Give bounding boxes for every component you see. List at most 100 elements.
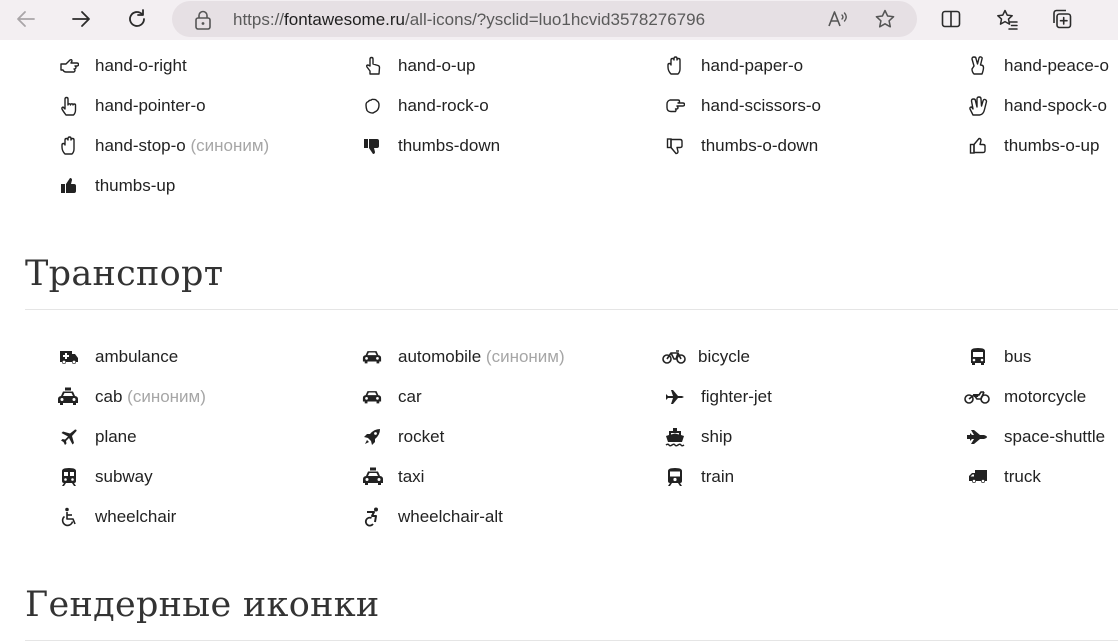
hand-o-right-icon — [59, 56, 79, 76]
favorites-button[interactable] — [991, 4, 1023, 34]
url-host: fontawesome.ru — [284, 10, 405, 29]
forward-button[interactable] — [65, 4, 97, 34]
icon-name: truck — [1004, 467, 1041, 486]
icon-alias: (синоним) — [485, 347, 565, 366]
icon-item-train[interactable]: train — [665, 465, 965, 489]
icon-item-ship[interactable]: ship — [665, 425, 965, 449]
icon-name: rocket — [398, 427, 445, 446]
back-button[interactable] — [10, 4, 42, 34]
favorite-star-icon[interactable] — [874, 8, 896, 30]
icon-item-automobile[interactable]: automobile (синоним) — [362, 345, 662, 369]
icon-name: train — [701, 467, 735, 486]
icon-item-hand-o-up[interactable]: hand-o-up — [362, 54, 662, 78]
url-text[interactable]: https://fontawesome.ru/all-icons/?ysclid… — [233, 10, 705, 30]
icon-item-subway[interactable]: subway — [59, 465, 359, 489]
hand-stop-o-icon — [59, 136, 79, 156]
icon-item-wheelchair[interactable]: wheelchair — [59, 505, 359, 529]
browser-toolbar: https://fontawesome.ru/all-icons/?ysclid… — [0, 0, 1118, 40]
icon-item-bicycle[interactable]: bicycle — [662, 345, 962, 369]
motorcycle-icon — [964, 387, 990, 407]
plane-icon — [59, 427, 79, 447]
icon-alias: (синоним) — [190, 136, 270, 155]
lock-icon[interactable] — [194, 10, 212, 30]
icon-name: hand-pointer-o — [95, 96, 206, 115]
hand-rock-o-icon — [362, 96, 382, 116]
icon-name: hand-o-up — [398, 56, 476, 75]
thumbs-down-icon — [362, 136, 382, 156]
icon-item-hand-pointer-o[interactable]: hand-pointer-o — [59, 94, 359, 118]
rocket-icon — [362, 427, 382, 447]
hand-pointer-o-icon — [59, 96, 79, 116]
bicycle-icon — [662, 347, 686, 367]
icon-name: motorcycle — [1004, 387, 1087, 406]
icon-name: thumbs-down — [398, 136, 501, 155]
icon-item-truck[interactable]: truck — [968, 465, 1118, 489]
icon-item-ambulance[interactable]: ambulance — [59, 345, 359, 369]
icon-alias: (синоним) — [127, 387, 206, 406]
icon-name: ambulance — [95, 347, 179, 366]
icon-item-cab[interactable]: cab (синоним) — [57, 385, 357, 409]
icon-item-hand-paper-o[interactable]: hand-paper-o — [665, 54, 965, 78]
refresh-icon — [129, 9, 145, 27]
section-title-gender: Гендерные иконки — [25, 585, 380, 625]
icon-item-hand-stop-o[interactable]: hand-stop-o (синоним) — [59, 134, 359, 158]
bus-icon — [968, 347, 988, 367]
subway-icon — [59, 467, 79, 487]
wheelchair-alt-icon — [362, 507, 382, 527]
truck-icon — [968, 467, 988, 487]
icon-item-space-shuttle[interactable]: space-shuttle — [966, 425, 1118, 449]
icon-item-car[interactable]: car — [362, 385, 662, 409]
icon-name: car — [398, 387, 422, 406]
split-screen-button[interactable] — [935, 4, 967, 34]
icon-item-thumbs-up[interactable]: thumbs-up — [59, 174, 359, 198]
icon-item-hand-scissors-o[interactable]: hand-scissors-o — [665, 94, 965, 118]
icon-name: fighter-jet — [701, 387, 772, 406]
icon-name: plane — [95, 427, 137, 446]
read-aloud-icon[interactable] — [827, 9, 849, 29]
hand-o-up-icon — [362, 56, 382, 76]
icon-item-hand-o-right[interactable]: hand-o-right — [59, 54, 359, 78]
icon-name: bus — [1004, 347, 1032, 366]
hand-scissors-o-icon — [665, 96, 685, 116]
icon-item-fighter-jet[interactable]: fighter-jet — [665, 385, 965, 409]
hand-peace-o-icon — [968, 56, 988, 76]
icon-item-thumbs-o-down[interactable]: thumbs-o-down — [665, 134, 965, 158]
icon-name: thumbs-up — [95, 176, 176, 195]
collections-button[interactable] — [1046, 4, 1078, 34]
icon-name: hand-rock-o — [398, 96, 489, 115]
icon-name: wheelchair — [95, 507, 177, 526]
icon-item-plane[interactable]: plane — [59, 425, 359, 449]
refresh-button[interactable] — [121, 4, 153, 34]
icon-name: automobile — [398, 347, 482, 366]
icon-name: wheelchair-alt — [398, 507, 503, 526]
cab-icon — [57, 387, 79, 407]
icon-item-bus[interactable]: bus — [968, 345, 1118, 369]
icon-item-motorcycle[interactable]: motorcycle — [964, 385, 1118, 409]
fighter-jet-icon — [665, 387, 685, 407]
icon-name: subway — [95, 467, 153, 486]
icon-name: thumbs-o-up — [1004, 136, 1100, 155]
icon-item-thumbs-down[interactable]: thumbs-down — [362, 134, 662, 158]
train-icon — [665, 467, 685, 487]
icon-item-thumbs-o-up[interactable]: thumbs-o-up — [968, 134, 1118, 158]
icon-item-rocket[interactable]: rocket — [362, 425, 662, 449]
arrow-left-icon — [17, 11, 35, 27]
ship-icon — [665, 427, 685, 447]
icon-item-hand-peace-o[interactable]: hand-peace-o — [968, 54, 1118, 78]
icon-item-hand-rock-o[interactable]: hand-rock-o — [362, 94, 662, 118]
space-shuttle-icon — [966, 427, 988, 447]
wheelchair-icon — [59, 507, 79, 527]
icon-name: hand-spock-o — [1004, 96, 1108, 115]
address-bar[interactable]: https://fontawesome.ru/all-icons/?ysclid… — [172, 1, 917, 37]
icon-item-hand-spock-o[interactable]: hand-spock-o — [968, 94, 1118, 118]
arrow-right-icon — [72, 11, 90, 27]
icon-item-wheelchair-alt[interactable]: wheelchair-alt — [362, 505, 662, 529]
ambulance-icon — [59, 347, 79, 367]
icon-name: hand-o-right — [95, 56, 187, 75]
icon-name: hand-peace-o — [1004, 56, 1109, 75]
icon-item-taxi[interactable]: taxi — [362, 465, 662, 489]
url-path: /all-icons/?ysclid=luo1hcvid3578276796 — [404, 10, 706, 29]
section-title-transport: Транспорт — [25, 254, 224, 294]
thumbs-o-down-icon — [665, 136, 685, 156]
section-divider — [25, 309, 1118, 310]
